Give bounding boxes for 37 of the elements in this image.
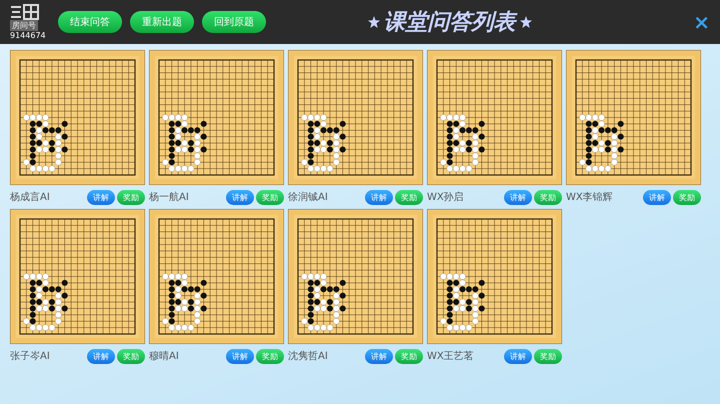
student-name: WX孙启 xyxy=(427,190,465,204)
student-name: 徐润铖AI xyxy=(288,190,329,204)
explain-button[interactable]: 讲解 xyxy=(87,348,115,364)
reward-button[interactable]: 奖励 xyxy=(673,190,701,204)
header-button[interactable]: 结束问答 xyxy=(58,11,122,33)
explain-button[interactable]: 讲解 xyxy=(643,190,671,204)
reward-button[interactable]: 奖励 xyxy=(256,348,284,364)
reward-button[interactable]: 奖励 xyxy=(256,190,284,204)
room-label: 房间号 xyxy=(10,20,38,31)
reward-button[interactable]: 奖励 xyxy=(395,348,423,364)
student-name: 杨一航AI xyxy=(149,190,190,204)
explain-button[interactable]: 讲解 xyxy=(365,190,393,204)
page-title: 课堂问答列表 xyxy=(384,9,516,37)
star-icon xyxy=(368,16,380,28)
star-icon xyxy=(520,16,532,28)
room-number: 9144674 xyxy=(10,31,46,40)
reward-button[interactable]: 奖励 xyxy=(395,190,423,204)
header-button[interactable]: 重新出题 xyxy=(130,11,194,33)
explain-button[interactable]: 讲解 xyxy=(504,190,532,204)
explain-button[interactable]: 讲解 xyxy=(365,348,393,364)
student-name: 穆晴AI xyxy=(149,350,180,363)
reward-button[interactable]: 奖励 xyxy=(117,190,145,204)
logo-icon xyxy=(10,4,42,20)
student-name: WX王艺茗 xyxy=(427,350,475,363)
explain-button[interactable]: 讲解 xyxy=(504,348,532,364)
student-name: 杨成言AI xyxy=(10,190,51,204)
reward-button[interactable]: 奖励 xyxy=(534,190,562,204)
close-icon[interactable]: × xyxy=(693,10,710,34)
reward-button[interactable]: 奖励 xyxy=(534,348,562,364)
explain-button[interactable]: 讲解 xyxy=(226,190,254,204)
header-button[interactable]: 回到原题 xyxy=(202,11,266,33)
student-name: 沈隽哲AI xyxy=(288,350,329,363)
explain-button[interactable]: 讲解 xyxy=(87,190,115,204)
explain-button[interactable]: 讲解 xyxy=(226,348,254,364)
student-name: 张子岑AI xyxy=(10,350,51,363)
student-name: WX李锦辉 xyxy=(566,190,614,204)
reward-button[interactable]: 奖励 xyxy=(117,348,145,364)
